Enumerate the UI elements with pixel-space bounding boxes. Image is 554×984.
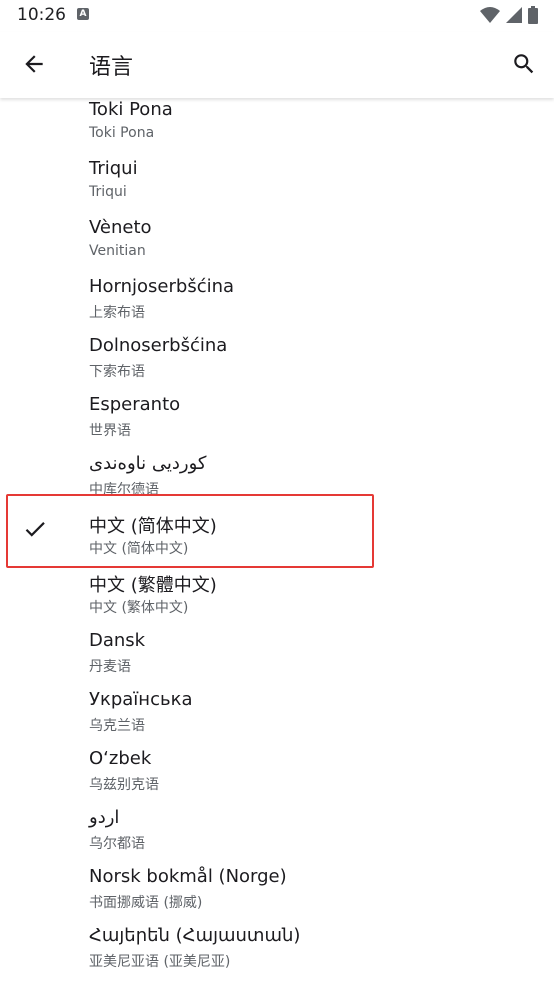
language-native-name: Venitian	[89, 243, 146, 259]
language-item[interactable]: اردو 乌尔都语	[0, 807, 554, 866]
language-item[interactable]: 中文 (繁體中文) 中文 (繁体中文)	[0, 571, 554, 630]
language-name: Hornjoserbšćina	[89, 276, 235, 297]
language-name: Dansk	[89, 630, 146, 651]
language-name: Norsk bokmål (Norge)	[89, 866, 287, 887]
language-name: Українська	[89, 689, 193, 710]
checkmark-icon	[25, 522, 45, 537]
language-name: Հայերեն (Հայաստան)	[89, 925, 301, 946]
language-native-name: Toki Pona	[89, 125, 155, 141]
language-name: O‘zbek	[89, 748, 152, 769]
language-native-name: 中文 (繁体中文)	[89, 600, 189, 616]
page-title: 语言	[89, 55, 134, 80]
language-item[interactable]: کوردیی ناوەندی 中库尔德语	[0, 453, 554, 512]
wifi-icon	[480, 6, 500, 28]
language-name: Triqui	[89, 158, 138, 179]
status-time: 10:26	[17, 5, 66, 25]
language-name: Toki Pona	[89, 99, 173, 120]
language-item[interactable]: Hornjoserbšćina 上索布语	[0, 276, 554, 335]
language-name: 中文 (繁體中文)	[89, 575, 217, 596]
language-native-name: 下索布语	[89, 364, 145, 380]
language-item[interactable]: Հայերեն (Հայաստան) 亚美尼亚语 (亚美尼亚)	[0, 925, 554, 984]
language-list[interactable]: Toki Pona Toki Pona Triqui Triqui Vèneto…	[0, 98, 554, 984]
language-native-name: 丹麦语	[89, 659, 131, 675]
language-item[interactable]: Vèneto Venitian	[0, 217, 554, 276]
signal-icon	[506, 6, 522, 28]
search-button[interactable]	[502, 42, 546, 86]
language-item[interactable]: O‘zbek 乌兹别克语	[0, 748, 554, 807]
language-native-name: Triqui	[89, 184, 127, 200]
status-bar: 10:26 A	[0, 0, 554, 32]
battery-icon	[528, 6, 538, 28]
language-item[interactable]: Triqui Triqui	[0, 158, 554, 217]
language-native-name: 亚美尼亚语 (亚美尼亚)	[89, 954, 231, 970]
search-icon	[514, 54, 534, 74]
language-item[interactable]: Dolnoserbšćina 下索布语	[0, 335, 554, 394]
language-name: کوردیی ناوەندی	[89, 453, 207, 474]
language-native-name: 乌克兰语	[89, 718, 145, 734]
language-item-selected[interactable]: 中文 (简体中文) 中文 (简体中文)	[0, 512, 554, 571]
language-name: Esperanto	[89, 394, 181, 415]
language-item[interactable]: Toki Pona Toki Pona	[0, 99, 554, 158]
arrow-back-icon	[25, 55, 43, 73]
language-name: Dolnoserbšćina	[89, 335, 228, 356]
app-bar: 语言	[0, 32, 554, 98]
language-name: Vèneto	[89, 217, 152, 238]
notification-icon: A	[77, 8, 89, 20]
language-native-name: 中文 (简体中文)	[89, 541, 189, 557]
language-native-name: 中库尔德语	[89, 482, 159, 498]
status-icons	[480, 6, 538, 28]
language-native-name: 书面挪威语 (挪威)	[89, 895, 203, 911]
language-item[interactable]: Esperanto 世界语	[0, 394, 554, 453]
language-item[interactable]: Українська 乌克兰语	[0, 689, 554, 748]
language-item[interactable]: Dansk 丹麦语	[0, 630, 554, 689]
language-item[interactable]: Norsk bokmål (Norge) 书面挪威语 (挪威)	[0, 866, 554, 925]
language-native-name: 乌兹别克语	[89, 777, 159, 793]
language-native-name: 世界语	[89, 423, 131, 439]
language-native-name: 上索布语	[89, 305, 145, 321]
language-name: اردو	[89, 807, 120, 828]
language-native-name: 乌尔都语	[89, 836, 145, 852]
back-button[interactable]	[12, 42, 56, 86]
language-name: 中文 (简体中文)	[89, 516, 217, 537]
